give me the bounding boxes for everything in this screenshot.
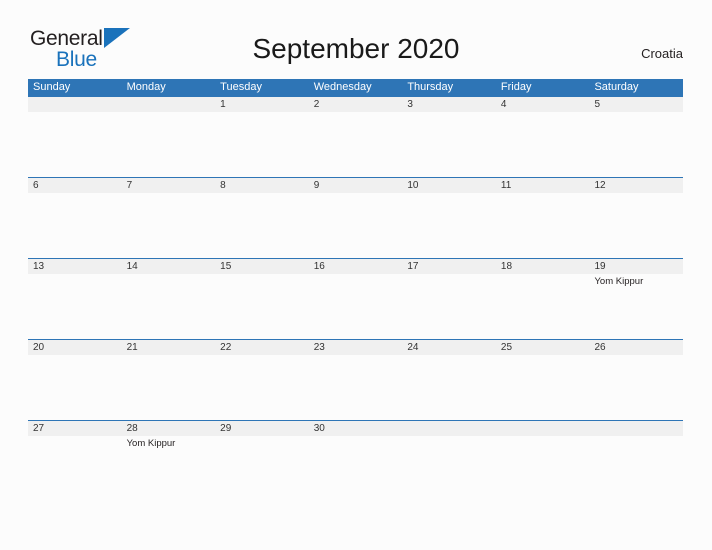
- week-date-band: 6 7 8 9 10 11 12: [28, 178, 683, 193]
- date-number[interactable]: 25: [496, 340, 590, 355]
- weekday-header-tuesday: Tuesday: [220, 81, 262, 93]
- date-number[interactable]: 19: [589, 259, 683, 274]
- day-cell[interactable]: [122, 112, 216, 177]
- day-cell[interactable]: [309, 274, 403, 339]
- week-event-band: Yom Kippur: [28, 436, 683, 501]
- week-row: 20 21 22 23 24 25 26: [28, 339, 683, 420]
- day-cell[interactable]: [589, 193, 683, 258]
- day-cell[interactable]: [122, 274, 216, 339]
- day-cell[interactable]: Yom Kippur: [122, 436, 216, 501]
- date-number[interactable]: [28, 97, 122, 112]
- day-cell[interactable]: [309, 112, 403, 177]
- weekday-header-row: Sunday Monday Tuesday Wednesday Thursday…: [28, 79, 683, 96]
- calendar-grid: Sunday Monday Tuesday Wednesday Thursday…: [28, 79, 683, 501]
- page-title: September 2020: [252, 33, 460, 64]
- day-cell[interactable]: [402, 112, 496, 177]
- week-event-band: [28, 355, 683, 420]
- day-cell[interactable]: [496, 112, 590, 177]
- day-cell[interactable]: [28, 112, 122, 177]
- day-cell[interactable]: [589, 112, 683, 177]
- date-number[interactable]: 29: [215, 421, 309, 436]
- date-number[interactable]: 6: [28, 178, 122, 193]
- day-cell[interactable]: [28, 274, 122, 339]
- week-date-band: 27 28 29 30: [28, 421, 683, 436]
- day-cell[interactable]: [309, 436, 403, 501]
- date-number[interactable]: [402, 421, 496, 436]
- week-date-band: 20 21 22 23 24 25 26: [28, 340, 683, 355]
- day-cell[interactable]: Yom Kippur: [589, 274, 683, 339]
- date-number[interactable]: 8: [215, 178, 309, 193]
- date-number[interactable]: [496, 421, 590, 436]
- date-number[interactable]: 30: [309, 421, 403, 436]
- date-number[interactable]: 21: [122, 340, 216, 355]
- weekday-header-sunday: Sunday: [33, 81, 71, 93]
- date-number[interactable]: [122, 97, 216, 112]
- date-number[interactable]: 11: [496, 178, 590, 193]
- weekday-header-friday: Friday: [500, 81, 532, 93]
- day-cell[interactable]: [402, 193, 496, 258]
- day-cell[interactable]: [28, 193, 122, 258]
- day-cell[interactable]: [496, 193, 590, 258]
- date-number[interactable]: 3: [402, 97, 496, 112]
- day-cell[interactable]: [496, 274, 590, 339]
- week-event-band: Yom Kippur: [28, 274, 683, 339]
- page-header: General Blue September 2020 Croatia: [0, 0, 712, 70]
- date-number[interactable]: 2: [309, 97, 403, 112]
- date-number[interactable]: 10: [402, 178, 496, 193]
- day-cell[interactable]: [589, 436, 683, 501]
- date-number[interactable]: 13: [28, 259, 122, 274]
- day-cell[interactable]: [215, 274, 309, 339]
- day-cell[interactable]: [215, 355, 309, 420]
- weekday-header-thursday: Thursday: [407, 81, 454, 93]
- day-cell[interactable]: [402, 274, 496, 339]
- day-cell[interactable]: [309, 193, 403, 258]
- date-number[interactable]: 18: [496, 259, 590, 274]
- date-number[interactable]: 24: [402, 340, 496, 355]
- date-number[interactable]: 9: [309, 178, 403, 193]
- date-number[interactable]: 4: [496, 97, 590, 112]
- week-row: 27 28 29 30 Yom Kippur: [28, 420, 683, 501]
- date-number[interactable]: 14: [122, 259, 216, 274]
- date-number[interactable]: 27: [28, 421, 122, 436]
- event-label: Yom Kippur: [594, 276, 644, 287]
- day-cell[interactable]: [122, 355, 216, 420]
- day-cell[interactable]: [28, 436, 122, 501]
- day-cell[interactable]: [402, 355, 496, 420]
- week-row: 1 2 3 4 5: [28, 96, 683, 177]
- date-number[interactable]: 1: [215, 97, 309, 112]
- date-number[interactable]: 17: [402, 259, 496, 274]
- day-cell[interactable]: [496, 355, 590, 420]
- day-cell[interactable]: [496, 436, 590, 501]
- week-row: 6 7 8 9 10 11 12: [28, 177, 683, 258]
- date-number[interactable]: 23: [309, 340, 403, 355]
- date-number[interactable]: 12: [589, 178, 683, 193]
- date-number[interactable]: 16: [309, 259, 403, 274]
- day-cell[interactable]: [309, 355, 403, 420]
- week-date-band: 13 14 15 16 17 18 19: [28, 259, 683, 274]
- date-number[interactable]: 28: [122, 421, 216, 436]
- date-number[interactable]: [589, 421, 683, 436]
- date-number[interactable]: 7: [122, 178, 216, 193]
- week-event-band: [28, 112, 683, 177]
- weekday-header-monday: Monday: [126, 81, 166, 93]
- weekday-header-wednesday: Wednesday: [313, 81, 372, 93]
- week-date-band: 1 2 3 4 5: [28, 97, 683, 112]
- day-cell[interactable]: [215, 193, 309, 258]
- date-number[interactable]: 20: [28, 340, 122, 355]
- country-label: Croatia: [641, 46, 683, 61]
- day-cell[interactable]: [215, 436, 309, 501]
- day-cell[interactable]: [122, 193, 216, 258]
- day-cell[interactable]: [589, 355, 683, 420]
- date-number[interactable]: 15: [215, 259, 309, 274]
- day-cell[interactable]: [215, 112, 309, 177]
- day-cell[interactable]: [402, 436, 496, 501]
- week-row: 13 14 15 16 17 18 19 Yom Kippur: [28, 258, 683, 339]
- date-number[interactable]: 5: [589, 97, 683, 112]
- day-cell[interactable]: [28, 355, 122, 420]
- week-event-band: [28, 193, 683, 258]
- date-number[interactable]: 22: [215, 340, 309, 355]
- weekday-header-saturday: Saturday: [594, 81, 639, 93]
- date-number[interactable]: 26: [589, 340, 683, 355]
- event-label: Yom Kippur: [126, 438, 176, 449]
